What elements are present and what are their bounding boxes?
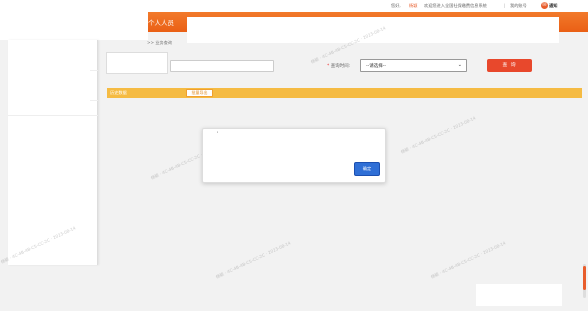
greeting-text: 您好, [391,3,401,8]
query-time-select[interactable]: --请选择-- ⌄ [360,59,467,72]
results-label: 历史数据 [110,90,127,95]
username-link[interactable]: 杨颖 [409,3,417,9]
required-mark: * [327,64,330,69]
query-time-select-value: --请选择-- [366,64,386,69]
redacted-footer-area [476,284,562,306]
query-time-label-text: 查询时间: [330,64,351,69]
query-button[interactable]: 查 询 [487,59,532,72]
notice-link[interactable]: 通知 [549,3,557,9]
welcome-text: 欢迎您进入全国社保缴费信息系统 [424,3,487,8]
sidebar-divider [8,115,98,116]
batch-export-button[interactable]: 批量导出 [186,89,213,97]
app-title: 个人人员 [148,19,174,27]
keyword-input[interactable] [170,60,274,72]
chevron-down-icon: ⌄ [457,62,462,68]
bell-icon[interactable]: ✉ [541,2,548,9]
redacted-sidebar-menu [8,40,90,115]
breadcrumb: >> 业务查询 [147,40,173,45]
results-header-bar: 历史数据 [107,88,582,98]
query-time-label: * 查询时间: [327,63,350,69]
redacted-logo-area [0,0,148,40]
scrollbar-thumb[interactable] [583,266,586,290]
watermark: 杨颖 · 4C-4B-4B-C5-CC-2C · 2023-08-14 [430,240,507,280]
redacted-field-label [106,52,168,74]
alert-dialog: ' 确定 [202,128,386,183]
watermark: 杨颖 · 4C-4B-4B-C5-CC-2C · 2023-08-14 [215,240,292,280]
watermark: 杨颖 · 4C-4B-4B-C5-CC-2C · 2023-08-14 [400,115,477,155]
confirm-button[interactable]: 确定 [354,162,380,176]
my-account-link[interactable]: 我的账号 [510,3,527,9]
topbar-separator: | [504,3,506,8]
dialog-message: ' [217,132,219,137]
